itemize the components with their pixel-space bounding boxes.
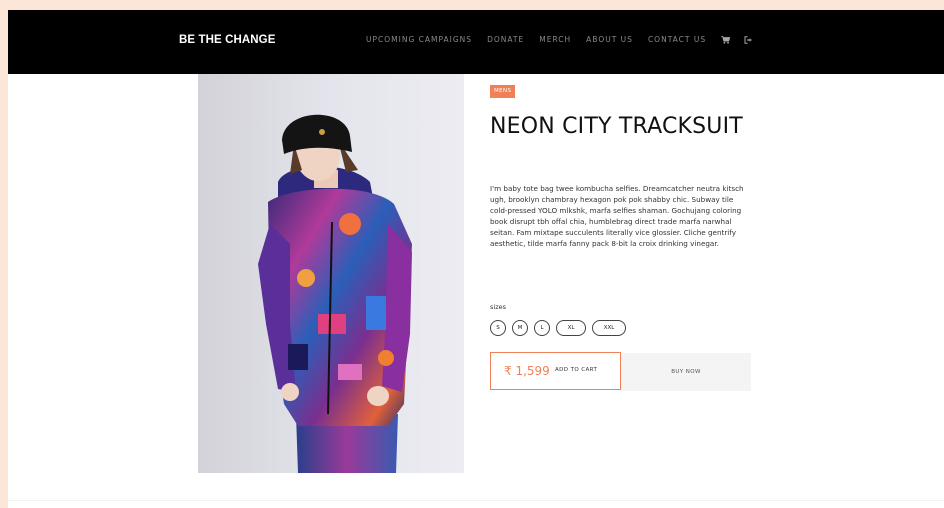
product-title: NEON CITY TRACKSUIT: [490, 114, 743, 139]
size-option-s[interactable]: S: [490, 320, 506, 336]
cart-icon[interactable]: [721, 35, 731, 44]
brand-logo[interactable]: BE THE CHANGE: [179, 34, 276, 46]
buy-now-button[interactable]: BUY NOW: [621, 353, 751, 391]
nav-links: UPCOMING CAMPAIGNS DONATE MERCH ABOUT US…: [366, 35, 766, 44]
add-to-cart-label: ADD TO CART: [555, 367, 598, 373]
nav-link-about-us[interactable]: ABOUT US: [586, 35, 633, 44]
nav-link-merch[interactable]: MERCH: [539, 35, 571, 44]
nav-link-donate[interactable]: DONATE: [487, 35, 524, 44]
size-option-xl[interactable]: XL: [556, 320, 586, 336]
size-selector: S M L XL XXL: [490, 320, 632, 336]
product-description: I'm baby tote bag twee kombucha selfies.…: [490, 184, 744, 248]
navbar: BE THE CHANGE UPCOMING CAMPAIGNS DONATE …: [8, 10, 944, 74]
price: ₹ 1,599: [504, 364, 550, 378]
size-option-m[interactable]: M: [512, 320, 528, 336]
sizes-label: sizes: [490, 303, 506, 311]
size-option-l[interactable]: L: [534, 320, 550, 336]
product-image: [198, 74, 464, 473]
nav-link-upcoming-campaigns[interactable]: UPCOMING CAMPAIGNS: [366, 35, 472, 44]
logout-icon[interactable]: [744, 35, 752, 44]
size-option-xxl[interactable]: XXL: [592, 320, 626, 336]
divider: [8, 500, 944, 501]
nav-link-contact-us[interactable]: CONTACT US: [648, 35, 706, 44]
add-to-cart-button[interactable]: ₹ 1,599 ADD TO CART: [490, 352, 621, 390]
category-tag: MENS: [490, 85, 516, 98]
page: BE THE CHANGE UPCOMING CAMPAIGNS DONATE …: [8, 10, 944, 508]
